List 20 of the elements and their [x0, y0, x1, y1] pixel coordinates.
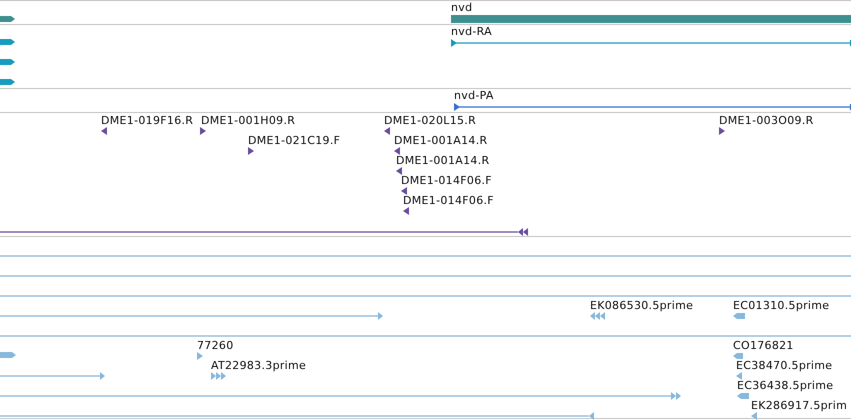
feature-label: 77260 — [197, 339, 234, 353]
feature-label: EK086530.5prime — [590, 299, 694, 313]
feature-label: EC36438.5prime — [737, 379, 834, 393]
feature-label: DME1-001A14.R — [394, 134, 488, 148]
feature-label: CO176821 — [733, 339, 794, 353]
feature-label: EC38470.5prime — [736, 359, 832, 373]
feature-label: DME1-003O09.R — [719, 114, 814, 128]
feature-label: DME1-014F06.F — [403, 194, 494, 208]
feature-label: DME1-001A14.R — [396, 154, 490, 168]
feature-label: nvd-RA — [451, 25, 492, 39]
feature-label: DME1-020L15.R — [384, 114, 476, 128]
feature-label: AT22983.3prime — [211, 359, 306, 373]
feature-label: DME1-014F06.F — [401, 174, 492, 188]
feature-label: DME1-001H09.R — [201, 114, 296, 128]
feature-label: DME1-021C19.F — [248, 134, 340, 148]
feature-label: EK286917.5prim — [751, 399, 848, 413]
feature-label: EC01310.5prime — [733, 299, 830, 313]
feature-label: DME1-019F16.R — [101, 114, 194, 128]
feature-label: nvd — [451, 1, 472, 15]
feature-label: nvd-PA — [454, 89, 494, 103]
